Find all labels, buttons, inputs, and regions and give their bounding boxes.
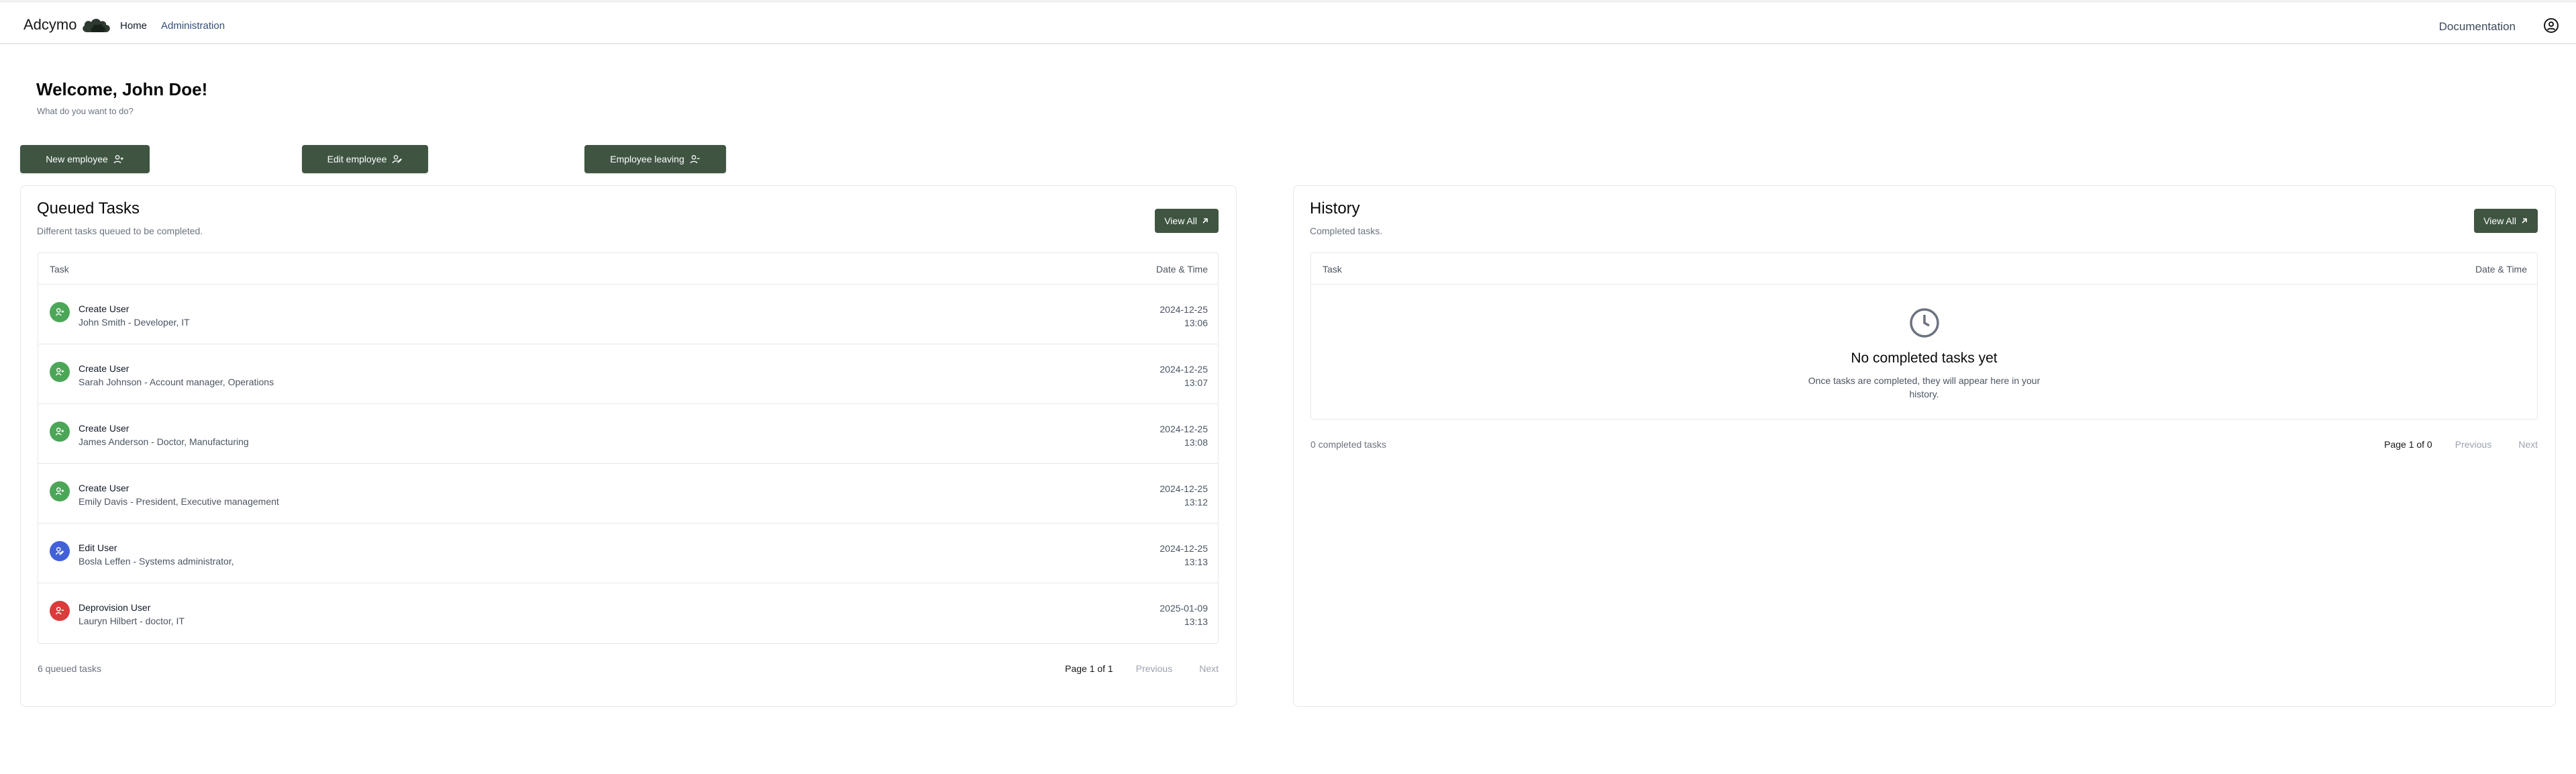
task-description: Emily Davis - President, Executive manag… [79,496,279,507]
history-count: 0 completed tasks [1310,439,1386,450]
user-pen-icon [393,155,403,164]
task-description: Sarah Johnson - Account manager, Operati… [79,377,274,387]
table-header: Task Date & Time [1311,253,2537,285]
column-header-date: Date & Time [1155,264,1208,275]
table-header: Task Date & Time [38,253,1218,285]
table-row[interactable]: Create User James Anderson - Doctor, Manu… [38,404,1218,464]
queued-tasks-table: Task Date & Time Create User John Smith -… [38,252,1219,644]
task-datetime: 2025-01-09 13:13 [1160,601,1208,628]
view-all-label: View All [2483,215,2516,226]
empty-state-title: No completed tasks yet [1851,350,1998,366]
nav-administration-link[interactable]: Administration [161,20,225,32]
task-datetime: 2024-12-25 13:13 [1160,542,1208,569]
user-plus-icon [113,155,123,164]
employee-leaving-button[interactable]: Employee leaving [584,145,726,173]
table-row[interactable]: Create User Sarah Johnson - Account manag… [38,344,1218,404]
welcome-subtitle: What do you want to do? [37,106,134,116]
task-time: 13:13 [1184,616,1208,627]
history-title: History [1310,199,1360,217]
new-employee-label: New employee [46,154,108,164]
task-date: 2025-01-09 [1160,603,1208,614]
page-info: Page 1 of 0 [2384,439,2432,450]
queued-view-all-button[interactable]: View All [1155,209,1219,233]
task-title: Create User [79,423,130,434]
edit-employee-button[interactable]: Edit employee [302,145,428,173]
history-subtitle: Completed tasks. [1310,226,1383,236]
task-datetime: 2024-12-25 13:08 [1160,422,1208,449]
task-title: Create User [79,303,130,314]
task-title: Deprovision User [79,602,151,613]
empty-state-text: Once tasks are completed, they will appe… [1808,375,2041,399]
task-date: 2024-12-25 [1160,424,1208,434]
history-card: History Completed tasks. View All Task D… [1293,185,2556,707]
nav-home-link[interactable]: Home [120,20,147,32]
user-plus-icon [50,302,70,322]
table-row[interactable]: Create User John Smith - Developer, IT 202… [38,285,1218,344]
arrow-up-right-icon [1202,218,1208,224]
user-pen-icon [50,541,70,561]
column-header-task: Task [1323,264,1342,275]
table-row[interactable]: Edit User Bosla Leffen - Systems administ… [38,524,1218,583]
task-datetime: 2024-12-25 13:12 [1160,482,1208,509]
task-title: Create User [79,363,130,374]
task-time: 13:13 [1184,557,1208,567]
history-view-all-button[interactable]: View All [2474,209,2538,233]
user-plus-icon [50,481,70,501]
documentation-link[interactable]: Documentation [2439,20,2516,34]
task-date: 2024-12-25 [1160,364,1208,375]
view-all-label: View All [1164,215,1197,226]
history-pagination: Page 1 of 0 Previous Next [2384,439,2538,450]
welcome-title: Welcome, John Doe! [36,79,208,99]
task-date: 2024-12-25 [1160,543,1208,554]
task-time: 13:07 [1184,377,1208,388]
task-time: 13:06 [1184,318,1208,328]
user-plus-icon [50,422,70,442]
task-datetime: 2024-12-25 13:07 [1160,362,1208,389]
task-description: James Anderson - Doctor, Manufacturing [79,436,249,447]
table-row[interactable]: Deprovision User Lauryn Hilbert - doctor,… [38,583,1218,643]
queued-tasks-subtitle: Different tasks queued to be completed. [37,226,203,236]
user-plus-icon [50,362,70,382]
table-row[interactable]: Create User Emily Davis - President, Exec… [38,464,1218,524]
cloud-logo-icon [83,18,111,32]
next-page-button[interactable]: Next [1199,663,1219,674]
user-minus-icon [690,155,700,164]
user-account-icon[interactable] [2543,17,2559,34]
task-description: Bosla Leffen - Systems administrator, [79,556,234,567]
history-table: Task Date & Time No completed tasks yet … [1310,252,2538,420]
task-title: Edit User [79,542,117,553]
task-time: 13:08 [1184,437,1208,448]
task-description: John Smith - Developer, IT [79,317,190,328]
column-header-task: Task [50,264,69,275]
clock-icon [1909,308,1939,338]
new-employee-button[interactable]: New employee [20,145,150,173]
queued-count: 6 queued tasks [38,663,101,674]
task-date: 2024-12-25 [1160,483,1208,494]
task-datetime: 2024-12-25 13:06 [1160,303,1208,330]
edit-employee-label: Edit employee [327,154,387,164]
user-minus-icon [50,601,70,621]
task-date: 2024-12-25 [1160,304,1208,315]
page-info: Page 1 of 1 [1065,663,1113,674]
top-navbar: Adcymo Home Administration Documentation [0,0,2576,44]
arrow-up-right-icon [2522,218,2527,224]
brand-name: Adcymo [23,16,77,33]
column-header-date: Date & Time [2475,264,2527,275]
queued-pagination: Page 1 of 1 Previous Next [1065,663,1219,674]
previous-page-button[interactable]: Previous [2455,439,2491,450]
task-description: Lauryn Hilbert - doctor, IT [79,616,185,626]
previous-page-button[interactable]: Previous [1136,663,1172,674]
employee-leaving-label: Employee leaving [610,154,684,164]
task-time: 13:12 [1184,497,1208,507]
next-page-button[interactable]: Next [2518,439,2538,450]
queued-tasks-card: Queued Tasks Different tasks queued to b… [20,185,1237,707]
queued-tasks-title: Queued Tasks [37,199,140,217]
task-title: Create User [79,483,130,493]
brand[interactable]: Adcymo [23,15,111,35]
